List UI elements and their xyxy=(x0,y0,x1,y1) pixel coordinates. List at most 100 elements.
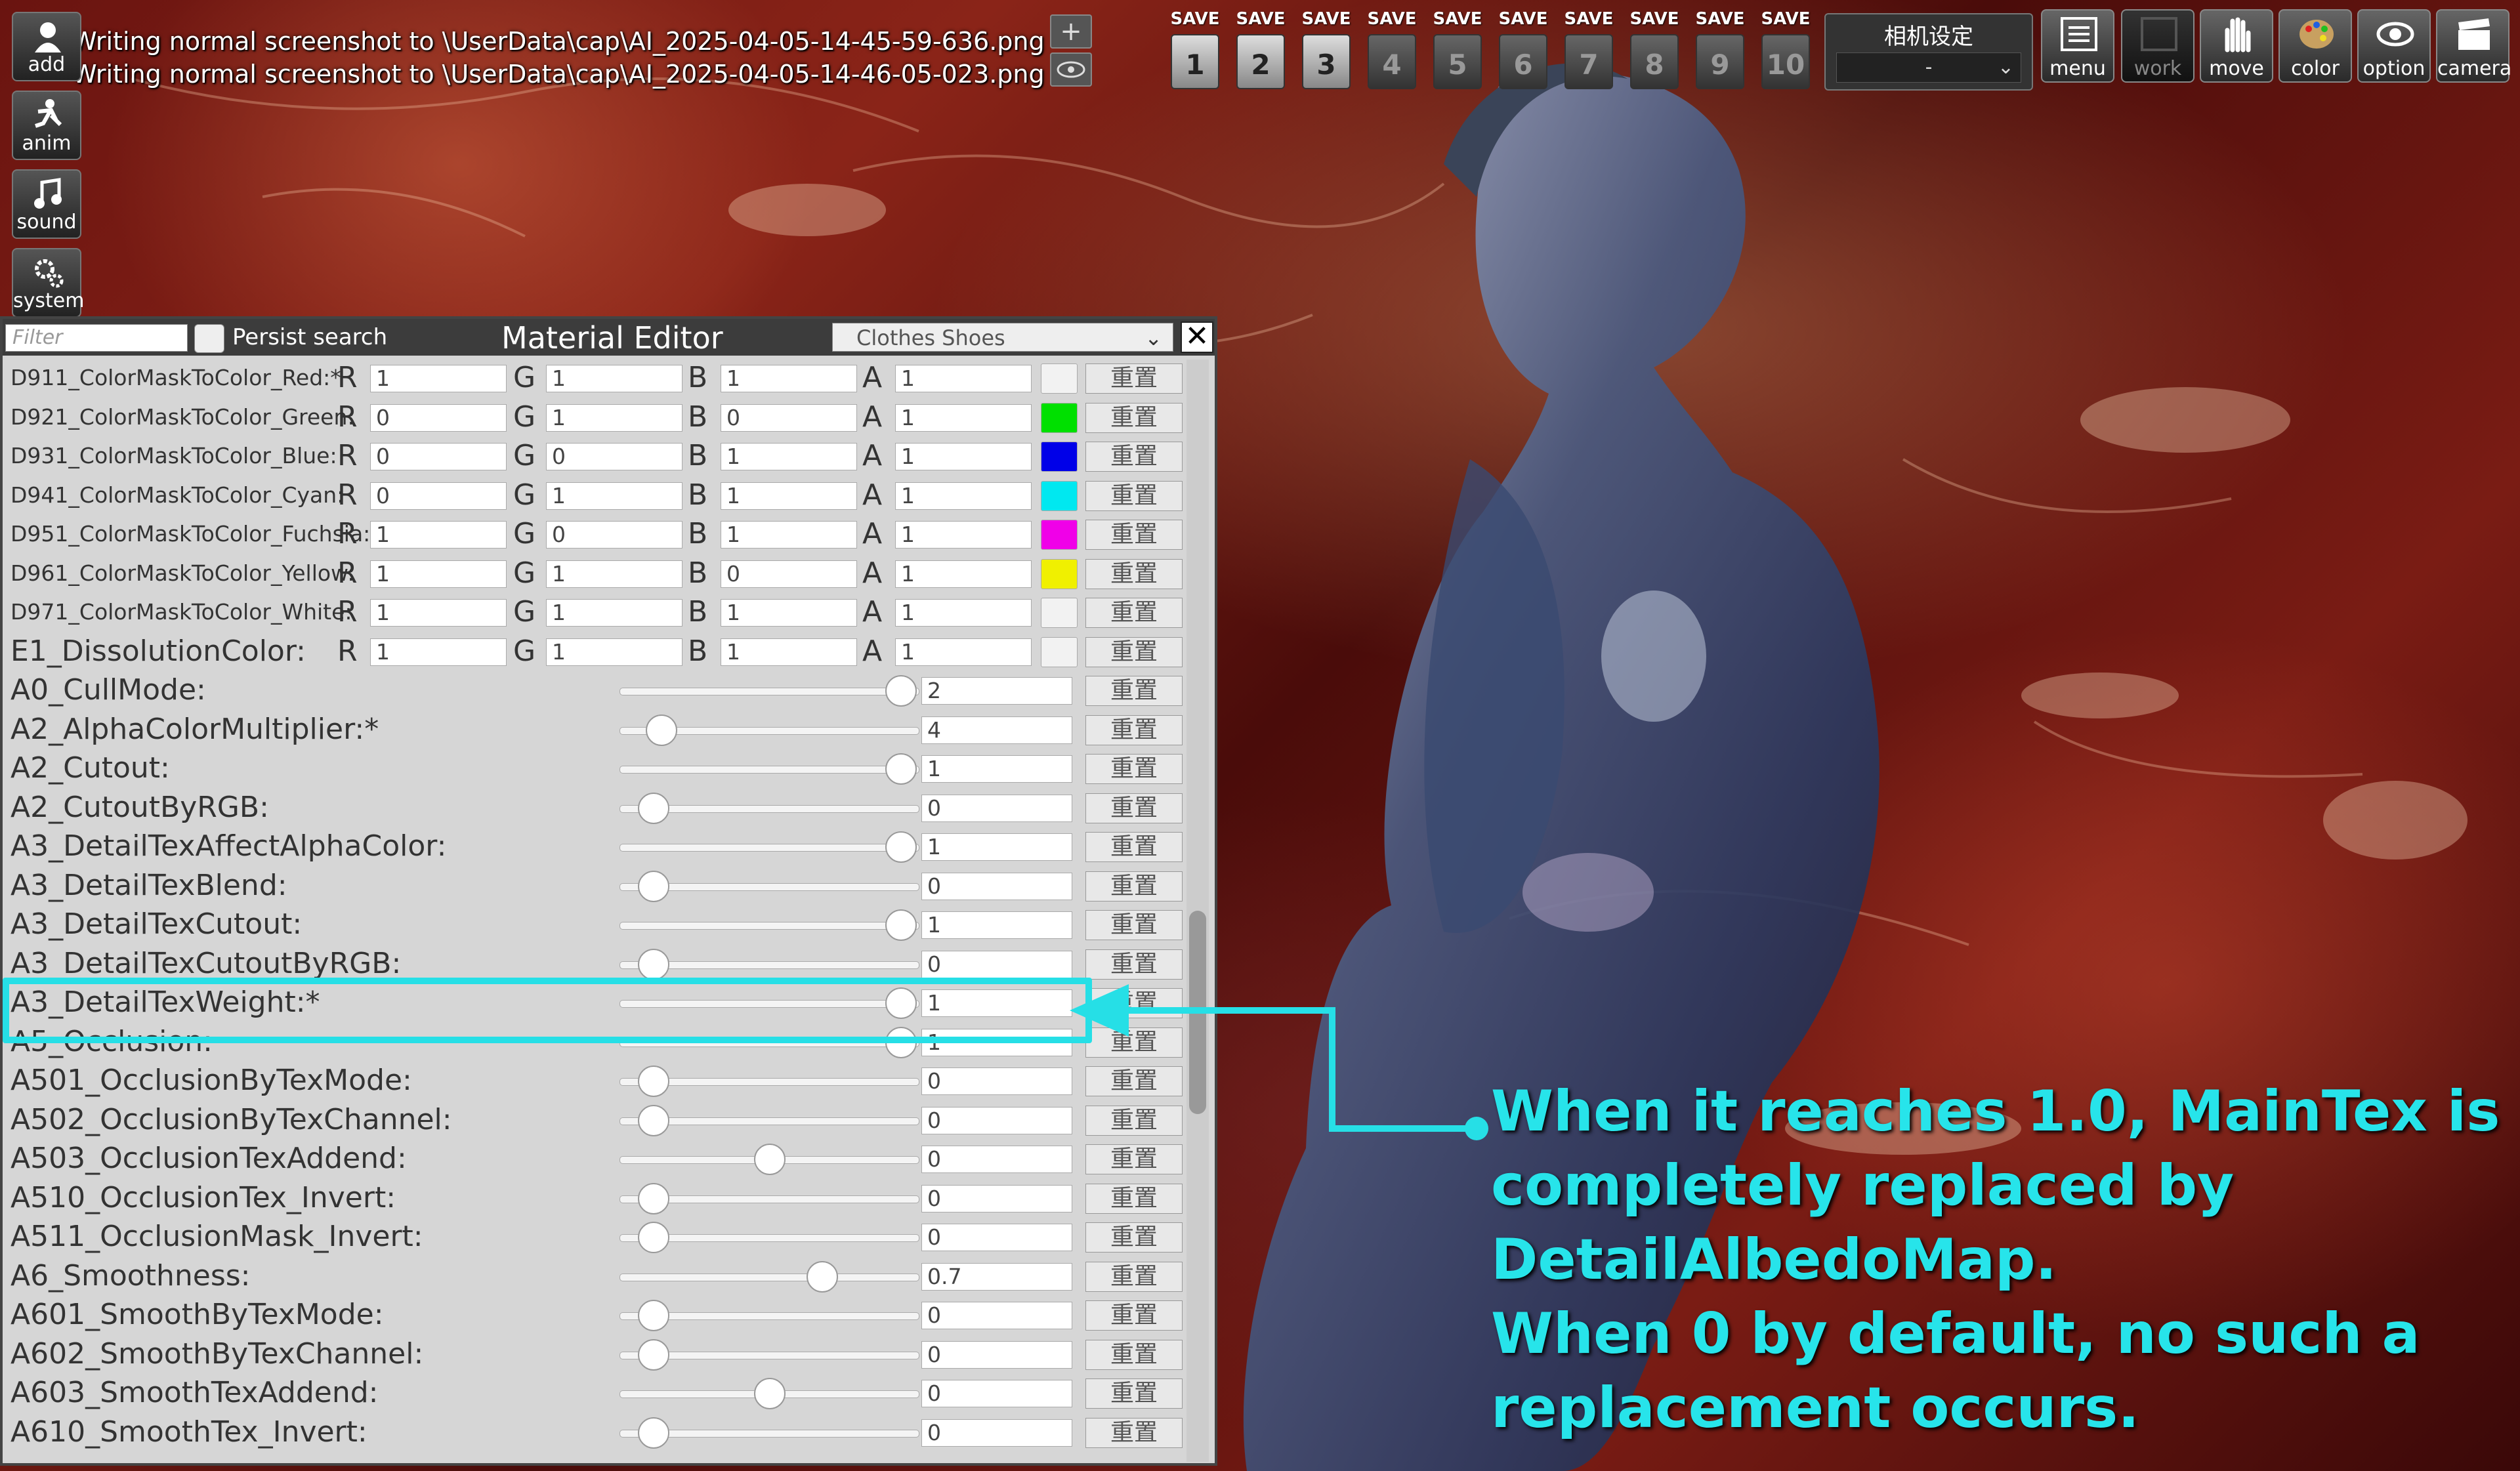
value-field[interactable]: 0 xyxy=(921,1067,1072,1095)
channel-g-field[interactable]: 0 xyxy=(546,443,682,470)
value-slider[interactable] xyxy=(620,948,919,980)
channel-a-field[interactable]: 1 xyxy=(895,404,1032,432)
eye-toggle-button[interactable] xyxy=(1050,52,1092,87)
value-field[interactable]: 0 xyxy=(921,950,1072,978)
menu-button[interactable]: menu xyxy=(2041,9,2114,83)
value-slider[interactable] xyxy=(620,1378,919,1409)
channel-g-field[interactable]: 0 xyxy=(546,521,682,549)
slider-knob[interactable] xyxy=(638,1182,670,1214)
reset-button[interactable]: 重置 xyxy=(1085,558,1183,589)
add-button[interactable]: add xyxy=(12,12,81,81)
channel-g-field[interactable]: 1 xyxy=(546,365,682,392)
value-field[interactable]: 0 xyxy=(921,1419,1072,1447)
value-field[interactable]: 1 xyxy=(921,911,1072,939)
slider-knob[interactable] xyxy=(638,1066,670,1097)
channel-a-field[interactable]: 1 xyxy=(895,482,1032,510)
value-field[interactable]: 1 xyxy=(921,833,1072,861)
color-swatch[interactable] xyxy=(1041,363,1078,394)
slider-knob[interactable] xyxy=(885,831,917,863)
slider-knob[interactable] xyxy=(638,792,670,824)
channel-g-field[interactable]: 1 xyxy=(546,599,682,627)
slider-knob[interactable] xyxy=(753,1144,786,1175)
channel-r-field[interactable]: 0 xyxy=(370,482,507,510)
value-field[interactable]: 2 xyxy=(921,677,1072,705)
reset-button[interactable]: 重置 xyxy=(1085,402,1183,433)
save-slot-8[interactable]: SAVE 8 xyxy=(1626,9,1683,92)
channel-b-field[interactable]: 1 xyxy=(721,482,857,510)
channel-r-field[interactable]: 1 xyxy=(370,521,507,549)
save-slot-1[interactable]: SAVE 1 xyxy=(1167,9,1223,92)
anim-button[interactable]: anim xyxy=(12,91,81,160)
reset-button[interactable]: 重置 xyxy=(1085,636,1183,667)
value-slider[interactable] xyxy=(620,1300,919,1331)
reset-button[interactable]: 重置 xyxy=(1085,949,1183,980)
save-slot-3[interactable]: SAVE 3 xyxy=(1298,9,1354,92)
reset-button[interactable]: 重置 xyxy=(1085,1027,1183,1058)
persist-search-checkbox[interactable] xyxy=(194,324,224,353)
value-field[interactable]: 0 xyxy=(921,1302,1072,1329)
channel-r-field[interactable]: 0 xyxy=(370,404,507,432)
reset-button[interactable]: 重置 xyxy=(1085,1261,1183,1292)
channel-a-field[interactable]: 1 xyxy=(895,521,1032,549)
reset-button[interactable]: 重置 xyxy=(1085,1339,1183,1370)
value-field[interactable]: 0 xyxy=(921,1106,1072,1134)
color-swatch[interactable] xyxy=(1041,558,1078,589)
value-slider[interactable] xyxy=(620,1182,919,1214)
channel-a-field[interactable]: 1 xyxy=(895,365,1032,392)
value-slider[interactable] xyxy=(620,675,919,707)
value-slider[interactable] xyxy=(620,753,919,785)
channel-a-field[interactable]: 1 xyxy=(895,599,1032,627)
channel-r-field[interactable]: 1 xyxy=(370,599,507,627)
reset-button[interactable]: 重置 xyxy=(1085,988,1183,1018)
channel-b-field[interactable]: 1 xyxy=(721,365,857,392)
value-field[interactable]: 0 xyxy=(921,1380,1072,1407)
slider-knob[interactable] xyxy=(638,1104,670,1136)
value-field[interactable]: 1 xyxy=(921,755,1072,783)
channel-g-field[interactable]: 1 xyxy=(546,560,682,588)
value-slider[interactable] xyxy=(620,870,919,902)
slider-knob[interactable] xyxy=(638,1300,670,1331)
value-field[interactable]: 0 xyxy=(921,1224,1072,1251)
slider-knob[interactable] xyxy=(638,1417,670,1449)
save-slot-9[interactable]: SAVE 9 xyxy=(1692,9,1748,92)
channel-b-field[interactable]: 1 xyxy=(721,599,857,627)
channel-b-field[interactable]: 0 xyxy=(721,560,857,588)
value-slider[interactable] xyxy=(620,1260,919,1293)
value-field[interactable]: 4 xyxy=(921,716,1072,744)
color-button[interactable]: color xyxy=(2278,9,2352,83)
slider-knob[interactable] xyxy=(753,1378,786,1409)
reset-button[interactable]: 重置 xyxy=(1085,480,1183,511)
color-swatch[interactable] xyxy=(1041,442,1078,472)
value-field[interactable]: 0 xyxy=(921,1184,1072,1212)
value-field[interactable]: 0 xyxy=(921,872,1072,900)
channel-a-field[interactable]: 1 xyxy=(895,443,1032,470)
move-button[interactable]: move xyxy=(2200,9,2273,83)
camera-button[interactable]: camera xyxy=(2436,9,2511,83)
channel-g-field[interactable]: 1 xyxy=(546,638,682,666)
color-swatch[interactable] xyxy=(1041,402,1078,433)
color-swatch[interactable] xyxy=(1041,598,1078,628)
option-button[interactable]: option xyxy=(2357,9,2431,83)
slider-knob[interactable] xyxy=(885,753,917,785)
channel-r-field[interactable]: 1 xyxy=(370,365,507,392)
reset-button[interactable]: 重置 xyxy=(1085,1417,1183,1448)
value-field[interactable]: 0 xyxy=(921,1340,1072,1369)
value-field[interactable]: 0.7 xyxy=(921,1262,1072,1291)
reset-button[interactable]: 重置 xyxy=(1085,754,1183,784)
slider-knob[interactable] xyxy=(638,870,670,902)
system-button[interactable]: system xyxy=(12,248,84,318)
channel-b-field[interactable]: 0 xyxy=(721,404,857,432)
save-slot-6[interactable]: SAVE 6 xyxy=(1495,9,1551,92)
filter-input[interactable]: Filter xyxy=(5,324,188,352)
reset-button[interactable]: 重置 xyxy=(1085,598,1183,628)
reset-button[interactable]: 重置 xyxy=(1085,1378,1183,1409)
sound-button[interactable]: sound xyxy=(12,169,81,239)
channel-b-field[interactable]: 1 xyxy=(721,443,857,470)
channel-a-field[interactable]: 1 xyxy=(895,560,1032,588)
color-swatch[interactable] xyxy=(1041,636,1078,667)
channel-b-field[interactable]: 1 xyxy=(721,521,857,549)
scrollbar[interactable] xyxy=(1186,360,1209,1462)
reset-button[interactable]: 重置 xyxy=(1085,910,1183,940)
slider-knob[interactable] xyxy=(638,1222,670,1253)
value-slider[interactable] xyxy=(620,792,919,824)
